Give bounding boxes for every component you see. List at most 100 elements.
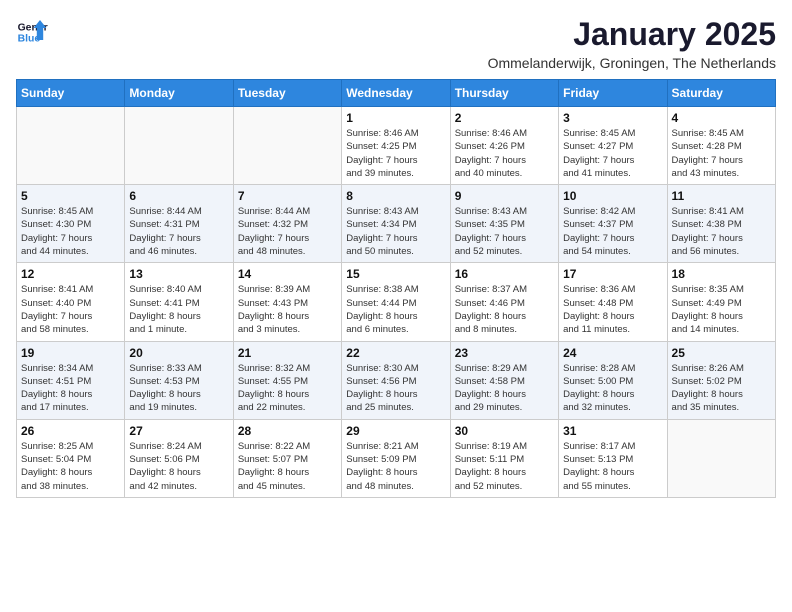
calendar-cell: [233, 107, 341, 185]
day-number: 24: [563, 346, 662, 360]
day-info: Sunrise: 8:28 AM Sunset: 5:00 PM Dayligh…: [563, 362, 662, 415]
calendar-cell: 23Sunrise: 8:29 AM Sunset: 4:58 PM Dayli…: [450, 341, 558, 419]
weekday-header: Saturday: [667, 80, 775, 107]
day-number: 30: [455, 424, 554, 438]
calendar-cell: 31Sunrise: 8:17 AM Sunset: 5:13 PM Dayli…: [559, 419, 667, 497]
day-number: 27: [129, 424, 228, 438]
calendar-cell: 9 Sunrise: 8:43 AM Sunset: 4:35 PM Daylig…: [450, 185, 558, 263]
day-number: 8: [346, 189, 445, 203]
calendar-cell: 3 Sunrise: 8:45 AM Sunset: 4:27 PM Daylig…: [559, 107, 667, 185]
day-info: Sunrise: 8:19 AM Sunset: 5:11 PM Dayligh…: [455, 440, 554, 493]
calendar-cell: 7 Sunrise: 8:44 AM Sunset: 4:32 PM Daylig…: [233, 185, 341, 263]
calendar-cell: 5 Sunrise: 8:45 AM Sunset: 4:30 PM Daylig…: [17, 185, 125, 263]
day-number: 11: [672, 189, 771, 203]
day-info: Sunrise: 8:40 AM Sunset: 4:41 PM Dayligh…: [129, 283, 228, 336]
calendar-cell: 26 Sunrise: 8:25 AM Sunset: 5:04 PM Dayli…: [17, 419, 125, 497]
day-info: Sunrise: 8:39 AM Sunset: 4:43 PM Dayligh…: [238, 283, 337, 336]
calendar-cell: 28 Sunrise: 8:22 AM Sunset: 5:07 PM Dayli…: [233, 419, 341, 497]
title-block: January 2025 Ommelanderwijk, Groningen, …: [488, 16, 776, 71]
subtitle: Ommelanderwijk, Groningen, The Netherlan…: [488, 55, 776, 71]
calendar-cell: 4Sunrise: 8:45 AM Sunset: 4:28 PM Daylig…: [667, 107, 775, 185]
day-info: Sunrise: 8:21 AM Sunset: 5:09 PM Dayligh…: [346, 440, 445, 493]
calendar-cell: 30 Sunrise: 8:19 AM Sunset: 5:11 PM Dayli…: [450, 419, 558, 497]
day-info: Sunrise: 8:44 AM Sunset: 4:32 PM Dayligh…: [238, 205, 337, 258]
calendar-cell: 11 Sunrise: 8:41 AM Sunset: 4:38 PM Dayli…: [667, 185, 775, 263]
weekday-header: Monday: [125, 80, 233, 107]
calendar-cell: [17, 107, 125, 185]
calendar-cell: [125, 107, 233, 185]
day-number: 14: [238, 267, 337, 281]
calendar-cell: 2 Sunrise: 8:46 AM Sunset: 4:26 PM Daylig…: [450, 107, 558, 185]
calendar-cell: 15 Sunrise: 8:38 AM Sunset: 4:44 PM Dayli…: [342, 263, 450, 341]
day-info: Sunrise: 8:25 AM Sunset: 5:04 PM Dayligh…: [21, 440, 120, 493]
logo-icon: General Blue: [16, 16, 48, 48]
day-number: 29: [346, 424, 445, 438]
page-header: General Blue January 2025 Ommelanderwijk…: [16, 16, 776, 71]
calendar-cell: 29 Sunrise: 8:21 AM Sunset: 5:09 PM Dayli…: [342, 419, 450, 497]
day-number: 22: [346, 346, 445, 360]
calendar-cell: 24 Sunrise: 8:28 AM Sunset: 5:00 PM Dayli…: [559, 341, 667, 419]
day-info: Sunrise: 8:37 AM Sunset: 4:46 PM Dayligh…: [455, 283, 554, 336]
calendar-cell: 1Sunrise: 8:46 AM Sunset: 4:25 PM Daylig…: [342, 107, 450, 185]
calendar-cell: 20 Sunrise: 8:33 AM Sunset: 4:53 PM Dayli…: [125, 341, 233, 419]
weekday-header-row: SundayMondayTuesdayWednesdayThursdayFrid…: [17, 80, 776, 107]
day-number: 23: [455, 346, 554, 360]
calendar-cell: 25Sunrise: 8:26 AM Sunset: 5:02 PM Dayli…: [667, 341, 775, 419]
day-info: Sunrise: 8:46 AM Sunset: 4:26 PM Dayligh…: [455, 127, 554, 180]
day-number: 26: [21, 424, 120, 438]
calendar-cell: 17 Sunrise: 8:36 AM Sunset: 4:48 PM Dayli…: [559, 263, 667, 341]
day-info: Sunrise: 8:41 AM Sunset: 4:40 PM Dayligh…: [21, 283, 120, 336]
weekday-header: Friday: [559, 80, 667, 107]
weekday-header: Wednesday: [342, 80, 450, 107]
day-info: Sunrise: 8:24 AM Sunset: 5:06 PM Dayligh…: [129, 440, 228, 493]
day-info: Sunrise: 8:34 AM Sunset: 4:51 PM Dayligh…: [21, 362, 120, 415]
day-number: 2: [455, 111, 554, 125]
day-number: 18: [672, 267, 771, 281]
day-number: 6: [129, 189, 228, 203]
calendar-cell: 22 Sunrise: 8:30 AM Sunset: 4:56 PM Dayli…: [342, 341, 450, 419]
logo: General Blue: [16, 16, 48, 48]
day-info: Sunrise: 8:41 AM Sunset: 4:38 PM Dayligh…: [672, 205, 771, 258]
day-info: Sunrise: 8:38 AM Sunset: 4:44 PM Dayligh…: [346, 283, 445, 336]
month-title: January 2025: [488, 16, 776, 53]
day-info: Sunrise: 8:33 AM Sunset: 4:53 PM Dayligh…: [129, 362, 228, 415]
calendar-cell: [667, 419, 775, 497]
day-info: Sunrise: 8:45 AM Sunset: 4:27 PM Dayligh…: [563, 127, 662, 180]
calendar-cell: 8 Sunrise: 8:43 AM Sunset: 4:34 PM Daylig…: [342, 185, 450, 263]
day-number: 20: [129, 346, 228, 360]
weekday-header: Tuesday: [233, 80, 341, 107]
calendar-cell: 14 Sunrise: 8:39 AM Sunset: 4:43 PM Dayli…: [233, 263, 341, 341]
calendar-cell: 12Sunrise: 8:41 AM Sunset: 4:40 PM Dayli…: [17, 263, 125, 341]
day-number: 19: [21, 346, 120, 360]
weekday-header: Sunday: [17, 80, 125, 107]
day-number: 5: [21, 189, 120, 203]
weekday-header: Thursday: [450, 80, 558, 107]
day-number: 13: [129, 267, 228, 281]
day-info: Sunrise: 8:30 AM Sunset: 4:56 PM Dayligh…: [346, 362, 445, 415]
day-info: Sunrise: 8:22 AM Sunset: 5:07 PM Dayligh…: [238, 440, 337, 493]
day-number: 31: [563, 424, 662, 438]
day-number: 28: [238, 424, 337, 438]
calendar-table: SundayMondayTuesdayWednesdayThursdayFrid…: [16, 79, 776, 498]
day-info: Sunrise: 8:32 AM Sunset: 4:55 PM Dayligh…: [238, 362, 337, 415]
day-info: Sunrise: 8:45 AM Sunset: 4:30 PM Dayligh…: [21, 205, 120, 258]
day-info: Sunrise: 8:43 AM Sunset: 4:34 PM Dayligh…: [346, 205, 445, 258]
calendar-cell: 19 Sunrise: 8:34 AM Sunset: 4:51 PM Dayli…: [17, 341, 125, 419]
day-number: 15: [346, 267, 445, 281]
day-number: 16: [455, 267, 554, 281]
day-number: 7: [238, 189, 337, 203]
day-info: Sunrise: 8:43 AM Sunset: 4:35 PM Dayligh…: [455, 205, 554, 258]
day-info: Sunrise: 8:46 AM Sunset: 4:25 PM Dayligh…: [346, 127, 445, 180]
day-number: 17: [563, 267, 662, 281]
day-number: 10: [563, 189, 662, 203]
day-number: 9: [455, 189, 554, 203]
day-info: Sunrise: 8:44 AM Sunset: 4:31 PM Dayligh…: [129, 205, 228, 258]
calendar-week-row: 12Sunrise: 8:41 AM Sunset: 4:40 PM Dayli…: [17, 263, 776, 341]
calendar-cell: 18Sunrise: 8:35 AM Sunset: 4:49 PM Dayli…: [667, 263, 775, 341]
day-number: 3: [563, 111, 662, 125]
calendar-cell: 21Sunrise: 8:32 AM Sunset: 4:55 PM Dayli…: [233, 341, 341, 419]
day-info: Sunrise: 8:36 AM Sunset: 4:48 PM Dayligh…: [563, 283, 662, 336]
calendar-cell: 13 Sunrise: 8:40 AM Sunset: 4:41 PM Dayli…: [125, 263, 233, 341]
day-info: Sunrise: 8:42 AM Sunset: 4:37 PM Dayligh…: [563, 205, 662, 258]
calendar-cell: 16 Sunrise: 8:37 AM Sunset: 4:46 PM Dayli…: [450, 263, 558, 341]
